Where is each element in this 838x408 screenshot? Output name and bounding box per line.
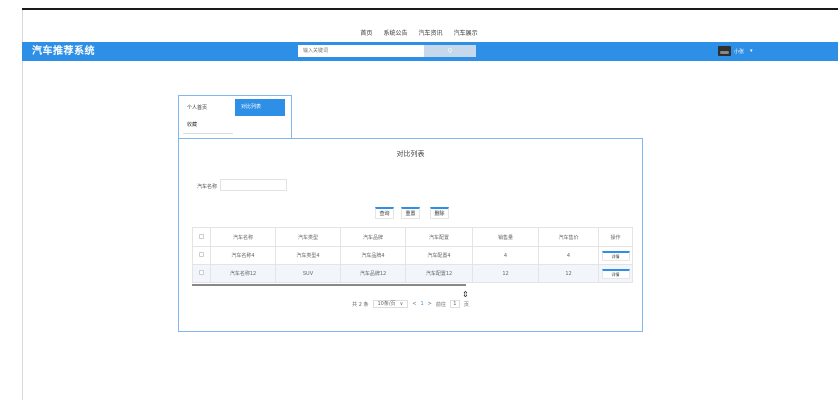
cell-car-type: 汽车类型4 <box>275 246 341 265</box>
current-page[interactable]: 1 <box>420 301 423 307</box>
nav-showcase-link[interactable]: 汽车展示 <box>454 27 478 41</box>
total-count: 共 2 条 <box>352 301 369 308</box>
column-header: 汽车名称 <box>210 227 276 247</box>
search-input[interactable] <box>298 45 424 57</box>
page-size-select[interactable]: 10条/页 ∨ <box>372 300 409 308</box>
table-row: 汽车名称12 SUV 汽车品牌12 汽车配置12 12 12 详情 <box>192 264 633 283</box>
goto-page-input[interactable]: 1 <box>449 300 460 308</box>
compare-table: 汽车名称 汽车类型 汽车品牌 汽车配置 销售量 汽车售价 操作 汽车名称4 汽车… <box>192 227 633 283</box>
nav-home-link[interactable]: 首页 <box>360 27 372 41</box>
mouse-cursor-icon: ⇕ <box>462 290 469 299</box>
select-all-cell[interactable] <box>192 227 211 247</box>
table-row: 汽车名称4 汽车类型4 汽车品牌4 汽车配置4 4 4 详情 <box>192 246 633 265</box>
search-button[interactable]: Q <box>424 45 476 57</box>
next-page-button[interactable]: > <box>428 301 432 307</box>
tab-compare-list[interactable]: 对比列表 <box>235 99 285 116</box>
detail-button[interactable]: 详情 <box>601 250 630 261</box>
cell-action: 详情 <box>598 246 633 265</box>
nav-announcement-link[interactable]: 系统公告 <box>383 27 407 41</box>
cell-action: 详情 <box>598 264 633 283</box>
column-header: 操作 <box>598 227 633 247</box>
user-menu[interactable]: 小张 ▾ <box>718 45 753 57</box>
nav-news-link[interactable]: 汽车资讯 <box>419 27 443 41</box>
page-title: 对比列表 <box>396 150 425 158</box>
row-select-cell[interactable] <box>192 246 211 265</box>
tab-profile[interactable]: 个人首页 <box>183 101 231 115</box>
top-divider <box>22 8 838 10</box>
left-divider <box>22 8 23 400</box>
filter-label: 汽车名称 <box>197 184 218 190</box>
avatar <box>718 46 731 56</box>
column-header: 汽车类型 <box>275 227 341 247</box>
cell-sales: 12 <box>472 264 539 283</box>
cell-car-brand: 汽车品牌4 <box>340 246 406 265</box>
table-header-row: 汽车名称 汽车类型 汽车品牌 汽车配置 销售量 汽车售价 操作 <box>192 227 633 247</box>
cell-car-name: 汽车名称12 <box>210 264 276 283</box>
cell-car-type: SUV <box>275 264 341 283</box>
row-checkbox[interactable] <box>199 270 204 275</box>
row-checkbox[interactable] <box>199 252 204 257</box>
user-name: 小张 <box>734 48 745 55</box>
reset-button[interactable]: 重置 <box>401 207 420 219</box>
car-name-filter-input[interactable] <box>220 179 287 191</box>
top-navigation: 首页 系统公告 汽车资讯 汽车展示 <box>0 20 838 37</box>
chevron-down-icon: ▾ <box>750 48 753 54</box>
chevron-down-icon: ∨ <box>399 300 404 307</box>
delete-button[interactable]: 删除 <box>430 207 449 219</box>
select-all-checkbox[interactable] <box>199 233 204 239</box>
tab-favorites[interactable]: 收藏 <box>183 118 233 132</box>
page-suffix: 页 <box>463 301 469 308</box>
cell-sales: 4 <box>472 246 539 265</box>
row-select-cell[interactable] <box>192 264 211 283</box>
app-header: 汽车推荐系统 Q 小张 ▾ <box>22 42 838 61</box>
cell-car-brand: 汽车品牌12 <box>340 264 406 283</box>
horizontal-scrollbar[interactable] <box>192 284 466 286</box>
compare-list-card: 对比列表 汽车名称 查询 重置 删除 汽车名称 汽车类型 汽车品牌 汽车配置 销… <box>178 138 643 332</box>
cell-car-config: 汽车配置4 <box>405 246 473 265</box>
pagination: 共 2 条 10条/页 ∨ < 1 > 前往 1 页 <box>179 300 642 308</box>
tab-divider <box>183 133 233 134</box>
cell-price: 4 <box>538 246 599 265</box>
search-icon: Q <box>448 48 452 54</box>
detail-button[interactable]: 详情 <box>601 268 630 279</box>
column-header: 汽车配置 <box>405 227 473 247</box>
cell-car-name: 汽车名称4 <box>210 246 276 265</box>
side-tabs: 个人首页 对比列表 收藏 <box>178 95 292 139</box>
cell-car-config: 汽车配置12 <box>405 264 473 283</box>
cell-price: 12 <box>538 264 599 283</box>
column-header: 汽车售价 <box>538 227 599 247</box>
query-button[interactable]: 查询 <box>375 207 394 219</box>
page-size-value: 10条/页 <box>377 300 396 307</box>
column-header: 汽车品牌 <box>340 227 406 247</box>
column-header: 销售量 <box>472 227 539 247</box>
app-brand: 汽车推荐系统 <box>32 46 95 57</box>
prev-page-button[interactable]: < <box>412 301 416 307</box>
goto-label: 前往 <box>435 301 446 308</box>
